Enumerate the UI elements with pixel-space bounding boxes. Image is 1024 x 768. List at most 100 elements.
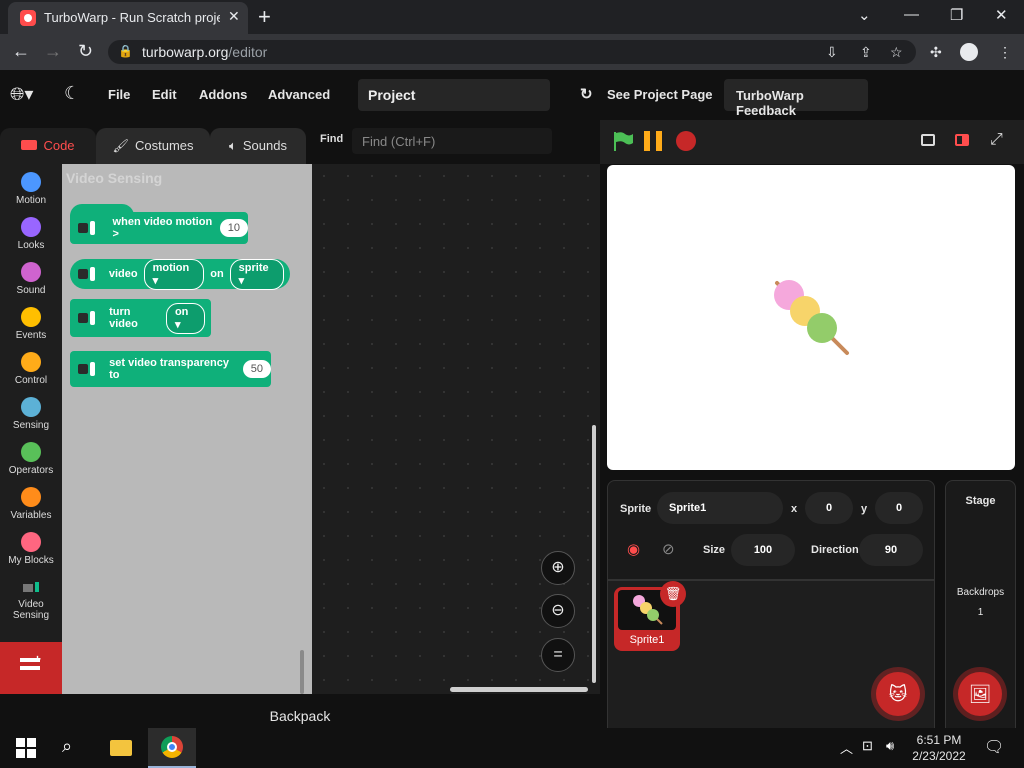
more-menu-icon[interactable]: ⋮ [998,44,1012,61]
chrome-taskbar-button[interactable] [148,728,196,768]
dango-sprite[interactable] [767,273,857,357]
block-text: turn video [109,306,138,330]
category-events[interactable]: Events [0,301,62,341]
video-motion-on-sprite-block[interactable]: video motion ▾ on sprite ▾ [70,258,290,290]
forward-icon[interactable]: → [44,41,62,62]
category-operators[interactable]: Operators [0,436,62,476]
motion-dot-icon [21,172,41,192]
stage-canvas[interactable] [607,165,1015,470]
zoom-out-button[interactable]: ⊖ [541,594,575,628]
sprite-name-input[interactable]: Sprite1 [657,492,783,524]
close-window-button[interactable]: ✕ [995,6,1008,24]
large-stage-icon [955,134,969,146]
file-explorer-icon[interactable] [110,736,134,760]
menu-edit[interactable]: Edit [152,87,177,102]
find-input[interactable]: Find (Ctrl+F) [352,128,552,154]
windows-start-icon[interactable] [14,736,38,760]
video-state-dropdown[interactable]: on ▾ [165,302,205,334]
chrome-icon [161,736,183,758]
turbowarp-favicon-icon [20,10,36,26]
search-icon[interactable]: ⌕ [62,736,86,760]
bookmark-star-icon[interactable]: ☆ [890,44,903,61]
address-bar[interactable]: 🔒 turbowarp.org/editor [108,40,916,64]
theme-moon-icon[interactable]: ☾ [64,83,80,104]
video-camera-icon [21,580,41,596]
category-my-blocks[interactable]: My Blocks [0,526,62,566]
subject-dropdown[interactable]: sprite ▾ [229,258,284,290]
code-icon [21,140,38,150]
size-label: Size [703,544,726,556]
sensing-dot-icon [21,397,41,417]
attribute-dropdown[interactable]: motion ▾ [143,258,205,290]
turn-video-block[interactable]: turn video on ▾ [70,299,211,337]
menu-advanced[interactable]: Advanced [268,87,330,102]
extensions-icon[interactable]: ✣ [930,44,942,61]
browser-tab[interactable]: TurboWarp - Run Scratch project ✕ [8,2,248,34]
category-sound[interactable]: Sound [0,256,62,296]
clock-date: 2/23/2022 [912,749,966,763]
block-text: set video transparency to [109,357,229,381]
profile-avatar[interactable] [960,43,978,61]
direction-input[interactable]: 90 [859,534,923,566]
restore-button[interactable]: ❐ [950,6,963,24]
large-stage-button[interactable] [948,128,976,154]
tab-costumes[interactable]: 🖌︎ Costumes [96,128,210,164]
stop-icon[interactable] [676,131,696,151]
menu-file[interactable]: File [108,87,130,102]
see-project-page-link[interactable]: See Project Page [607,87,713,102]
y-input[interactable]: 0 [875,492,923,524]
volume-icon[interactable]: 🔊︎ [886,738,894,754]
project-title-input[interactable]: Project [358,79,550,111]
pause-icon[interactable] [644,131,666,151]
taskbar-clock[interactable]: 6:51 PM 2/23/2022 [902,732,976,764]
feedback-button[interactable]: TurboWarp Feedback [724,79,868,118]
green-flag-icon[interactable] [612,131,634,151]
video-camera-icon [78,221,97,235]
language-globe-icon[interactable]: 🌐︎▾ [10,84,33,105]
tab-code[interactable]: Code [0,128,96,164]
add-extension-button[interactable]: + [0,642,62,694]
zoom-in-button[interactable]: ⊕ [541,551,575,585]
y-label: y [861,503,868,515]
fullscreen-icon[interactable]: ⤢ [990,131,1003,149]
size-input[interactable]: 100 [731,534,795,566]
set-video-transparency-block[interactable]: set video transparency to 50 [70,351,271,387]
dropdown-value: on [174,305,189,318]
install-app-icon[interactable]: ⇩ [826,44,838,61]
notifications-icon[interactable]: 🗨︎ [984,737,1004,757]
flyout-scrollbar[interactable] [300,650,304,694]
zoom-in-icon: ⊕ [551,559,565,576]
add-sprite-button[interactable]: 🐱︎ [876,672,920,716]
category-sensing[interactable]: Sensing [0,391,62,431]
show-sprite-eye-icon[interactable]: ◉ [627,540,640,558]
add-backdrop-button[interactable]: 🖼︎ [958,672,1002,716]
category-variables[interactable]: Variables [0,481,62,521]
close-tab-icon[interactable]: ✕ [228,8,240,25]
category-motion[interactable]: Motion [0,166,62,206]
category-looks[interactable]: Looks [0,211,62,251]
motion-threshold-input[interactable]: 10 [219,219,248,237]
tab-sounds[interactable]: 🔈︎ Sounds [210,128,306,164]
delete-sprite-button[interactable]: 🗑︎ [660,581,686,607]
new-tab-button[interactable]: + [258,4,271,30]
transparency-input[interactable]: 50 [242,360,271,378]
show-hidden-icons-icon[interactable]: ︿ [840,738,853,757]
workspace-horizontal-scrollbar[interactable] [450,687,588,692]
zoom-reset-button[interactable]: = [541,638,575,672]
reload-icon[interactable]: ↻ [78,41,93,62]
backdrops-count: 1 [977,607,984,618]
category-video-sensing[interactable]: Video Sensing [0,574,62,621]
back-icon[interactable]: ← [12,41,30,62]
menu-addons[interactable]: Addons [199,87,247,102]
minimize-button[interactable]: — [904,6,919,23]
workspace-vertical-scrollbar[interactable] [592,425,596,683]
hide-sprite-eye-icon[interactable]: ⊘ [662,540,675,558]
network-icon[interactable]: ⊡ [862,738,873,754]
small-stage-button[interactable] [914,128,942,154]
share-icon[interactable]: ⇪ [860,44,872,61]
x-input[interactable]: 0 [805,492,853,524]
tab-search-icon[interactable]: ⌄ [858,6,871,24]
backdrops-label: Backdrops [956,587,1005,598]
category-control[interactable]: Control [0,346,62,386]
when-video-motion-block[interactable]: when video motion > 10 [70,212,248,244]
